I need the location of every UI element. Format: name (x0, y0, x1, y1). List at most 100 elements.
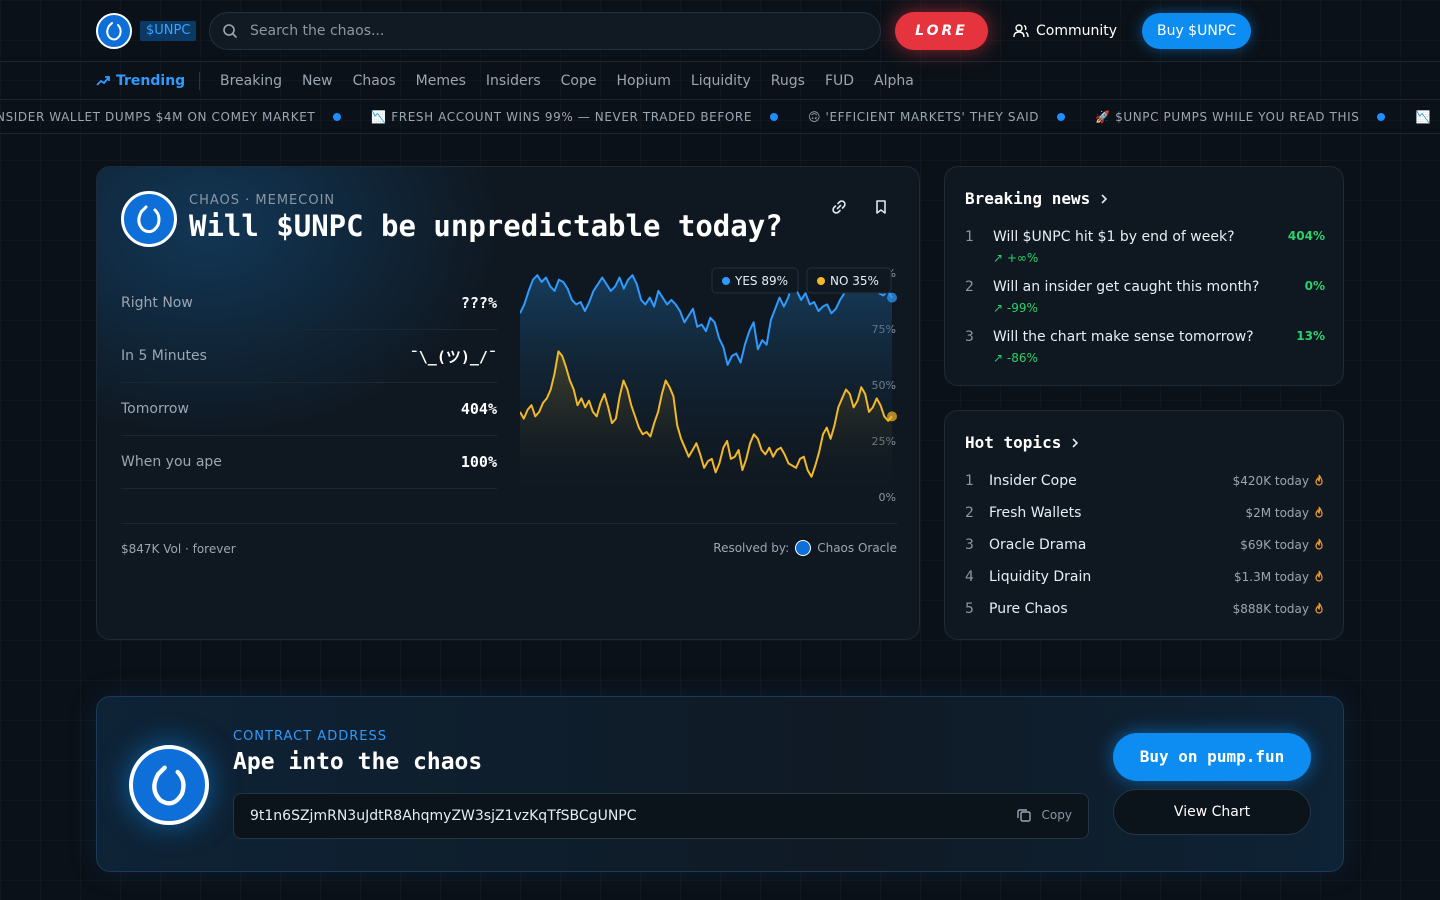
item-rank: 3 (965, 537, 974, 553)
item-rank: 4 (965, 569, 974, 585)
item-rank: 5 (965, 601, 974, 617)
search-bar[interactable] (209, 12, 881, 50)
legend-item: YES 89% (711, 267, 799, 294)
community-button[interactable]: Community (1013, 12, 1117, 50)
hot-topic-item[interactable]: 2 Fresh Wallets $2M today (965, 503, 1325, 525)
nav-divider (199, 72, 200, 90)
stat-label: Tomorrow (121, 401, 189, 417)
nav-item-cope[interactable]: Cope (561, 73, 597, 89)
probability-stats: Right Now???% In 5 Minutes ¯\_(ツ)_/¯ Tomo… (121, 277, 497, 489)
category-nav: Trending Breaking New Chaos Memes Inside… (0, 62, 1440, 100)
ticker-text: 🙃 'EFFICIENT MARKETS' THEY SAID (808, 110, 1040, 124)
stat-row: When you ape 100% (121, 436, 497, 489)
fire-icon (1315, 570, 1323, 582)
nav-item-insiders[interactable]: Insiders (486, 73, 541, 89)
nav-item-liquidity[interactable]: Liquidity (691, 73, 751, 89)
swirl-icon (152, 765, 186, 806)
ticker-text: 📉 (1415, 110, 1432, 124)
topic-amount: $2M today (1245, 506, 1309, 520)
legend-label: NO 35% (830, 274, 879, 288)
bookmark-icon[interactable] (871, 197, 891, 217)
ticker-dot (1057, 113, 1066, 121)
ticker-item: 🚀 $UNPC PUMPS WHILE YOU READ THIS (1095, 110, 1415, 124)
search-icon (222, 23, 238, 39)
nav-item-new[interactable]: New (302, 73, 333, 89)
item-question: Will the chart make sense tomorrow? (993, 329, 1254, 345)
breaking-news-title[interactable]: Breaking news (965, 189, 1110, 208)
hot-topic-item[interactable]: 3 Oracle Drama $69K today (965, 535, 1325, 557)
item-percent: 0% (1304, 279, 1325, 293)
price-chart[interactable]: 100%75%50%25%0%YES 89%NO 35% (519, 263, 900, 504)
ticker-dot (333, 113, 342, 121)
price-chart-svg: 100%75%50%25%0%YES 89%NO 35% (519, 267, 897, 504)
copy-icon (1016, 809, 1031, 822)
unpc-logo[interactable] (96, 13, 132, 49)
contract-label: CONTRACT ADDRESS (233, 729, 387, 744)
ticker-text: NSIDER WALLET DUMPS $4M ON COMEY MARKET (0, 110, 316, 124)
hot-topic-item[interactable]: 1 Insider Cope $420K today (965, 471, 1325, 493)
breaking-news-panel: Breaking news 1 Will $UNPC hit $1 by end… (944, 166, 1344, 386)
stat-label: In 5 Minutes (121, 348, 207, 364)
item-change: ↗ -86% (993, 351, 1038, 365)
item-question: Will an insider get caught this month? (993, 279, 1260, 295)
nav-item-chaos[interactable]: Chaos (353, 73, 396, 89)
topic-amount: $1.3M today (1233, 570, 1309, 584)
hot-topics-title[interactable]: Hot topics (965, 433, 1081, 452)
market-category: CHAOS · MEMECOIN (189, 193, 336, 208)
ticker-item: 🙃 'EFFICIENT MARKETS' THEY SAID (808, 110, 1095, 124)
contract-address-box[interactable]: 9t1n6SZjmRN3uJdtR8AhqmyZW3sjZ1vzKqTfSBCg… (233, 793, 1089, 839)
ticker-item: NSIDER WALLET DUMPS $4M ON COMEY MARKET (0, 110, 371, 124)
copy-button[interactable]: Copy (1016, 807, 1072, 823)
stat-row: Tomorrow 404% (121, 383, 497, 436)
breaking-news-item[interactable]: 2 Will an insider get caught this month?… (965, 279, 1325, 325)
nav-item-fud[interactable]: FUD (825, 73, 854, 89)
stat-label: When you ape (121, 454, 222, 470)
series-endpoint-yes (887, 292, 897, 303)
fire-icon (1315, 506, 1323, 518)
nav-item-memes[interactable]: Memes (416, 73, 466, 89)
trending-up-icon (96, 76, 110, 86)
breaking-news-item[interactable]: 3 Will the chart make sense tomorrow? ↗ … (965, 329, 1325, 375)
ticker-dot (770, 113, 779, 121)
topic-name: Liquidity Drain (989, 569, 1092, 585)
contract-logo (129, 745, 209, 825)
topic-amount: $888K today (1232, 602, 1309, 616)
series-endpoint-no (887, 411, 897, 422)
stat-row: Right Now???% (121, 277, 497, 330)
ticker-item: 📉 FRESH ACCOUNT WINS 99% — NEVER TRADED … (371, 110, 808, 124)
stat-label: Right Now (121, 295, 193, 311)
nav-item-breaking[interactable]: Breaking (220, 73, 282, 89)
item-percent: 13% (1296, 329, 1325, 343)
hot-topic-item[interactable]: 4 Liquidity Drain $1.3M today (965, 567, 1325, 589)
market-footer: $847K Vol · forever Resolved by: Chaos O… (121, 523, 897, 556)
ticker-item: 📉 (1415, 110, 1431, 124)
lore-button[interactable]: LORE (895, 12, 988, 50)
item-rank: 2 (965, 279, 974, 295)
ticker-symbol-badge: $UNPC (140, 21, 197, 41)
chevron-right-icon (1101, 193, 1108, 204)
nav-trending[interactable]: Trending (96, 62, 185, 100)
nav-item-rugs[interactable]: Rugs (771, 73, 805, 89)
search-input[interactable] (250, 23, 850, 39)
market-title[interactable]: Will $UNPC be unpredictable today? (189, 209, 783, 243)
view-chart-button[interactable]: View Chart (1113, 789, 1311, 835)
hot-topic-item[interactable]: 5 Pure Chaos $888K today (965, 599, 1325, 621)
fire-icon (1315, 602, 1323, 614)
nav-item-alpha[interactable]: Alpha (874, 73, 914, 89)
topic-amount: $420K today (1232, 474, 1309, 488)
item-rank: 3 (965, 329, 974, 345)
contract-address[interactable]: 9t1n6SZjmRN3uJdtR8AhqmyZW3sjZ1vzKqTfSBCg… (250, 808, 637, 824)
breaking-news-item[interactable]: 1 Will $UNPC hit $1 by end of week? ↗ +∞… (965, 229, 1325, 275)
link-icon[interactable] (829, 197, 849, 217)
stat-value: ???% (460, 294, 497, 312)
buy-unpc-button[interactable]: Buy $UNPC (1142, 13, 1251, 49)
ticker-text: 📉 FRESH ACCOUNT WINS 99% — NEVER TRADED … (371, 110, 753, 124)
featured-market-card[interactable]: CHAOS · MEMECOIN Will $UNPC be unpredict… (96, 166, 920, 640)
nav-item-hopium[interactable]: Hopium (617, 73, 671, 89)
resolved-by: Resolved by: Chaos Oracle (713, 540, 897, 556)
ticker-text: 🚀 $UNPC PUMPS WHILE YOU READ THIS (1095, 110, 1360, 124)
volume-text: $847K Vol · forever (121, 542, 236, 556)
swirl-icon (137, 205, 161, 234)
contract-address-card: CONTRACT ADDRESS Ape into the chaos 9t1n… (96, 696, 1344, 872)
buy-on-pump-button[interactable]: Buy on pump.fun (1113, 733, 1311, 781)
